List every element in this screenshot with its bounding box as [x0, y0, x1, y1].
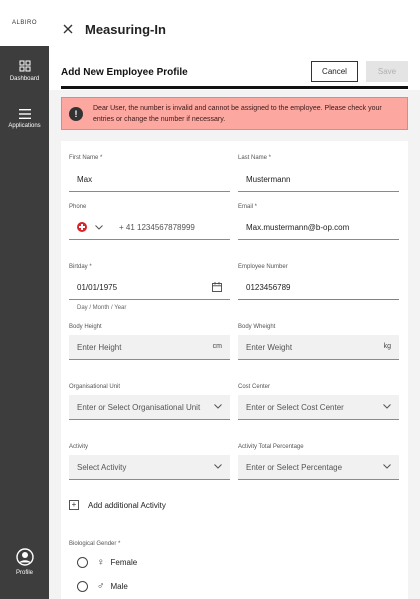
phone-label: Phone: [69, 204, 87, 210]
gender-option-label: Male: [110, 582, 128, 591]
first-name-value: Max: [77, 174, 93, 184]
weight-unit: kg: [383, 343, 391, 350]
body-weight-field[interactable]: Enter Weight kg: [238, 335, 399, 360]
employee-number-value: 0123456789: [246, 282, 291, 292]
email-field[interactable]: Max.mustermann@b-op.com: [238, 215, 399, 240]
body-height-field[interactable]: Enter Height cm: [69, 335, 230, 360]
alert-icon: !: [69, 107, 83, 121]
save-button[interactable]: Save: [366, 61, 408, 82]
plus-icon: +: [69, 500, 79, 510]
activity-percentage-label: Activity Total Percentage: [238, 444, 304, 450]
sidebar-item-label: Profile: [15, 570, 33, 576]
radio-button[interactable]: [77, 557, 88, 568]
sidebar-item-dashboard[interactable]: Dashboard: [0, 60, 49, 82]
error-alert: ! Dear User, the number is invalid and c…: [61, 97, 408, 130]
chevron-down-icon: [383, 464, 391, 469]
chevron-down-icon: [383, 404, 391, 409]
height-unit: cm: [212, 343, 222, 350]
employee-number-label: Employee Number: [238, 264, 288, 270]
main-content: Add New Employee Profile Cancel Save ! D…: [49, 60, 420, 599]
female-icon: ♀: [97, 557, 105, 568]
logo-text: ALBIRO: [11, 20, 37, 26]
phone-field[interactable]: + 41 1234567878999: [69, 215, 230, 240]
gender-option-label: Female: [110, 558, 138, 567]
body-weight-placeholder: Enter Weight: [246, 342, 293, 352]
employee-form: First Name * Max Last Name * Mustermann …: [61, 141, 408, 599]
sidebar-item-applications[interactable]: Applications: [0, 109, 49, 129]
body-weight-label: Body Wheight: [238, 324, 276, 330]
app-title: Measuring-In: [85, 22, 166, 37]
page-header: Add New Employee Profile Cancel Save: [49, 60, 420, 90]
body-height-placeholder: Enter Height: [77, 342, 122, 352]
activity-label: Activity: [69, 444, 89, 450]
email-value: Max.mustermann@b-op.com: [246, 222, 350, 232]
activity-percentage-select[interactable]: Enter or Select Percentage: [238, 455, 399, 480]
gender-option-female[interactable]: ♀ Female: [77, 557, 137, 568]
app-header: Measuring-In: [49, 0, 420, 60]
chevron-down-icon: [214, 404, 222, 409]
birthday-hint: Day / Month / Year: [77, 305, 127, 311]
birthday-label: Birtday *: [69, 264, 92, 270]
close-icon[interactable]: [61, 22, 75, 36]
activity-select[interactable]: Select Activity: [69, 455, 230, 480]
org-unit-placeholder: Enter or Select Organisational Unit: [77, 402, 201, 412]
chevron-down-icon[interactable]: [95, 225, 103, 230]
last-name-value: Mustermann: [246, 174, 291, 184]
last-name-label: Last Name *: [238, 155, 272, 161]
title-divider: [61, 86, 408, 89]
calendar-icon[interactable]: [212, 282, 222, 292]
sidebar-item-label: Applications: [8, 123, 41, 129]
activity-placeholder: Select Activity: [77, 462, 127, 472]
last-name-field[interactable]: Mustermann: [238, 167, 399, 192]
sidebar: ALBIRO Dashboard Applications Profile: [0, 0, 49, 599]
page-title: Add New Employee Profile: [61, 67, 188, 78]
dashboard-icon: [19, 60, 30, 72]
add-activity-button[interactable]: + Add additional Activity: [69, 500, 166, 510]
cost-center-select[interactable]: Enter or Select Cost Center: [238, 395, 399, 420]
first-name-label: First Name *: [69, 155, 103, 161]
phone-value: + 41 1234567878999: [119, 223, 195, 232]
male-icon: ♂: [97, 581, 105, 592]
gender-label: Biological Gender *: [69, 541, 121, 547]
alert-message: Dear User, the number is invalid and can…: [93, 105, 382, 123]
cost-center-placeholder: Enter or Select Cost Center: [246, 402, 344, 412]
user-icon: [15, 548, 34, 566]
employee-number-field[interactable]: 0123456789: [238, 275, 399, 300]
add-activity-label: Add additional Activity: [88, 500, 166, 510]
cancel-button[interactable]: Cancel: [311, 61, 358, 82]
email-label: Email *: [238, 204, 258, 210]
org-unit-select[interactable]: Enter or Select Organisational Unit: [69, 395, 230, 420]
chevron-down-icon: [214, 464, 222, 469]
swiss-flag-icon[interactable]: [77, 222, 87, 232]
first-name-field[interactable]: Max: [69, 167, 230, 192]
body-height-label: Body Height: [69, 324, 102, 330]
sidebar-item-profile[interactable]: Profile: [0, 548, 49, 576]
birthday-value: 01/01/1975: [77, 282, 118, 292]
app-logo: ALBIRO: [0, 0, 49, 46]
org-unit-label: Organisational Unit: [69, 384, 121, 390]
radio-button[interactable]: [77, 581, 88, 592]
menu-icon: [18, 109, 31, 119]
gender-option-male[interactable]: ♂ Male: [77, 581, 128, 592]
birthday-field[interactable]: 01/01/1975: [69, 275, 230, 300]
activity-percentage-placeholder: Enter or Select Percentage: [246, 462, 343, 472]
cost-center-label: Cost Center: [238, 384, 271, 390]
sidebar-item-label: Dashboard: [9, 76, 40, 82]
